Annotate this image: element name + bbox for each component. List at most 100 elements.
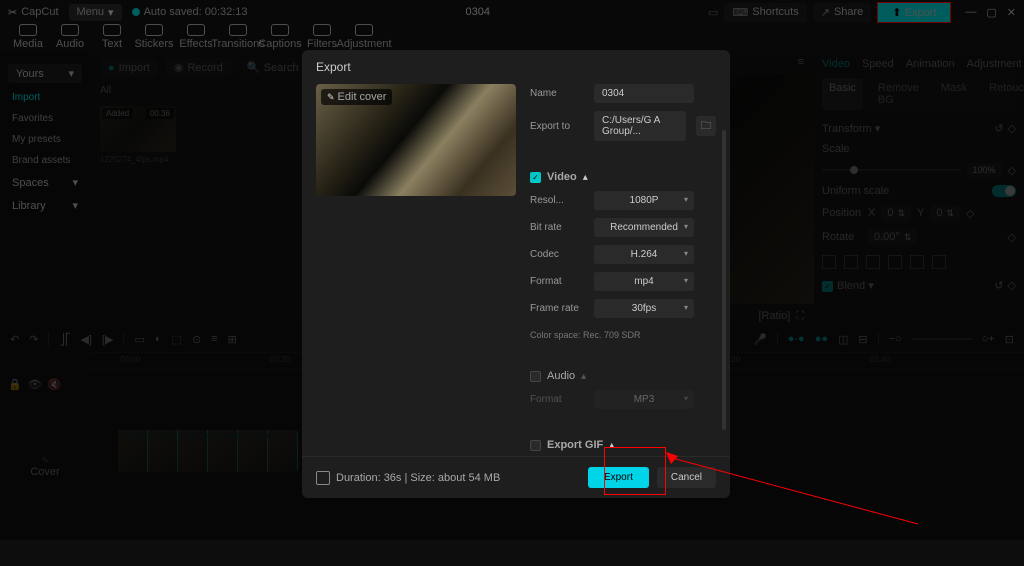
tool-media[interactable]: Media <box>8 24 48 50</box>
player-menu-icon[interactable]: ≡ <box>798 56 804 68</box>
tool-audio[interactable]: Audio <box>50 24 90 50</box>
tool-adjustment[interactable]: Adjustment <box>344 24 384 50</box>
tool-icon-3[interactable]: ⬚ <box>172 333 182 346</box>
tool-icon-6[interactable]: ⊞ <box>228 333 237 346</box>
ratio-button[interactable]: [Ratio] <box>759 310 791 323</box>
timeline-clip[interactable]: 1225274_1920_1080_24fps.mp4 00:00:35:17 <box>118 430 298 472</box>
align-hcenter-icon[interactable] <box>844 255 858 269</box>
export-confirm-button[interactable]: Export <box>588 467 649 488</box>
tool-icon-2[interactable]: ◐ <box>155 333 162 345</box>
sidebar-presets[interactable]: My presets <box>0 129 90 150</box>
eye-icon[interactable]: 👁 <box>28 378 42 391</box>
maximize-icon[interactable]: ▢ <box>986 6 996 19</box>
auto-cut-icon[interactable]: ●-● <box>788 333 805 345</box>
folder-icon[interactable]: 🗀 <box>696 116 716 136</box>
subtab-basic[interactable]: Basic <box>822 78 863 110</box>
record-button[interactable]: ◉ Record <box>166 58 231 77</box>
sidebar-import[interactable]: Import <box>0 87 90 108</box>
cover-button[interactable]: ✎Cover <box>8 455 82 478</box>
reset-icon[interactable]: ↺ <box>994 122 1003 135</box>
zoom-out-icon[interactable]: −○ <box>889 333 902 345</box>
tool-transitions[interactable]: Transitions <box>218 24 258 50</box>
blend-label[interactable]: ✓Blend ▾ <box>822 279 874 292</box>
sidebar-spaces[interactable]: Spaces▾ <box>0 171 90 194</box>
align-right-icon[interactable] <box>866 255 880 269</box>
mute-icon[interactable]: 🔇 <box>48 378 62 391</box>
video-section-toggle[interactable]: ✓Video ▴ <box>530 171 716 183</box>
modal-scrollbar[interactable] <box>722 130 726 430</box>
undo-icon[interactable]: ↶ <box>10 333 19 346</box>
split-icon[interactable]: ⎦⎡ <box>59 333 70 346</box>
fit-icon[interactable]: ⊡ <box>1005 333 1014 346</box>
shortcuts-button[interactable]: ⌨ Shortcuts <box>724 3 806 22</box>
tool-stickers[interactable]: Stickers <box>134 24 174 50</box>
cover-preview[interactable]: ✎ Edit cover <box>316 84 516 196</box>
tab-speed[interactable]: Speed <box>862 58 894 70</box>
resolution-label: Resol... <box>530 195 584 206</box>
blend-keyframe-icon[interactable]: ◇ <box>1008 279 1016 292</box>
rotate-input[interactable]: 0.00° ⇅ <box>868 229 917 245</box>
sidebar-brand[interactable]: Brand assets <box>0 150 90 171</box>
tab-video[interactable]: Video <box>822 58 850 70</box>
sidebar-favorites[interactable]: Favorites <box>0 108 90 129</box>
delete-left-icon[interactable]: ◀] <box>80 333 92 346</box>
tl-icon-b[interactable]: ⊟ <box>858 333 867 346</box>
codec-select[interactable]: H.264 <box>594 245 694 264</box>
media-clip[interactable]: Added 00:36 1225274_4fps.mp4 <box>100 106 176 164</box>
tl-icon-a[interactable]: ◫ <box>838 333 848 346</box>
cancel-button[interactable]: Cancel <box>657 467 716 488</box>
redo-icon[interactable]: ↷ <box>29 333 38 346</box>
mic-icon[interactable]: 🎤 <box>753 333 767 346</box>
tool-effects[interactable]: Effects <box>176 24 216 50</box>
name-input[interactable]: 0304 <box>594 84 694 103</box>
tab-adjustment[interactable]: Adjustment <box>967 58 1022 70</box>
tab-animation[interactable]: Animation <box>906 58 955 70</box>
pos-x-input[interactable]: 0 ⇅ <box>881 205 911 221</box>
subtab-retouch[interactable]: Retouch <box>982 78 1024 110</box>
format-select[interactable]: mp4 <box>594 272 694 291</box>
align-top-icon[interactable] <box>888 255 902 269</box>
audio-section-toggle[interactable]: Audio ▴ <box>530 370 716 382</box>
lock-icon[interactable]: 🔒 <box>8 378 22 391</box>
subtab-mask[interactable]: Mask <box>934 78 974 110</box>
blend-reset-icon[interactable]: ↺ <box>994 279 1003 292</box>
tool-icon-1[interactable]: ▭ <box>134 333 144 346</box>
pos-keyframe-icon[interactable]: ◇ <box>966 207 974 220</box>
scale-keyframe-icon[interactable]: ◇ <box>1008 164 1016 177</box>
delete-right-icon[interactable]: [▶ <box>102 333 114 346</box>
align-vcenter-icon[interactable] <box>910 255 924 269</box>
import-button[interactable]: ● Import <box>100 59 158 77</box>
minimize-icon[interactable]: — <box>965 6 976 19</box>
export-button-top[interactable]: ⬆ Export <box>877 2 951 23</box>
yours-dropdown[interactable]: Yours▾ <box>8 64 82 83</box>
framerate-select[interactable]: 30fps <box>594 299 694 318</box>
tool-icon-5[interactable]: ≡ <box>211 333 217 345</box>
tool-icon-4[interactable]: ⊙ <box>192 333 201 346</box>
gif-section-toggle[interactable]: Export GIF ▴ <box>530 439 716 451</box>
menu-button[interactable]: Menu ▾ <box>69 4 122 21</box>
bitrate-select[interactable]: Recommended <box>594 218 694 237</box>
uniform-toggle[interactable] <box>992 185 1016 197</box>
resolution-select[interactable]: 1080P <box>594 191 694 210</box>
keyframe-icon[interactable]: ◇ <box>1008 122 1016 135</box>
align-left-icon[interactable] <box>822 255 836 269</box>
transform-label[interactable]: Transform ▾ <box>822 122 880 135</box>
edit-cover-button[interactable]: ✎ Edit cover <box>321 89 392 105</box>
tool-text[interactable]: Text <box>92 24 132 50</box>
zoom-slider[interactable] <box>912 338 972 340</box>
layout-icon[interactable]: ▭ <box>708 6 718 19</box>
rotate-keyframe-icon[interactable]: ◇ <box>1008 231 1016 244</box>
close-icon[interactable]: ✕ <box>1007 6 1016 19</box>
scale-slider[interactable] <box>822 169 961 171</box>
scale-value[interactable]: 100% <box>967 163 1002 177</box>
fullscreen-icon[interactable]: ⛶ <box>796 310 804 323</box>
align-bottom-icon[interactable] <box>932 255 946 269</box>
subtab-removebg[interactable]: Remove BG <box>871 78 926 110</box>
sidebar-library[interactable]: Library▾ <box>0 194 90 217</box>
exportto-input[interactable]: C:/Users/G A Group/... <box>594 111 686 141</box>
auto-icon-2[interactable]: ●● <box>815 333 828 345</box>
tool-captions[interactable]: Captions <box>260 24 300 50</box>
share-button[interactable]: ↗ Share <box>813 3 872 22</box>
pos-y-input[interactable]: 0 ⇅ <box>930 205 960 221</box>
zoom-in-icon[interactable]: ○+ <box>982 333 995 345</box>
